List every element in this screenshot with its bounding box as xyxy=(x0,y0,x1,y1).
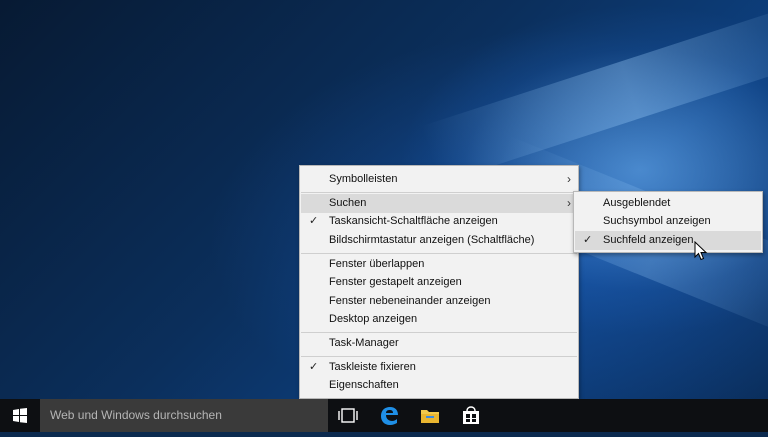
search-input[interactable]: Web und Windows durchsuchen xyxy=(40,399,328,432)
menu-separator xyxy=(301,356,577,357)
checkmark-icon: ✓ xyxy=(309,215,319,227)
wallpaper-light-beam xyxy=(421,0,768,184)
submenu-item-suchsymbol[interactable]: Suchsymbol anzeigen xyxy=(575,212,761,231)
menu-item-label: Taskansicht-Schaltfläche anzeigen xyxy=(329,215,498,227)
taskbar-context-menu: Symbolleisten › Suchen › ✓ Taskansicht-S… xyxy=(299,165,579,399)
menu-item-label: Eigenschaften xyxy=(329,379,399,391)
task-view-icon[interactable] xyxy=(328,399,368,432)
menu-item-desktop-anzeigen[interactable]: Desktop anzeigen xyxy=(301,310,577,329)
submenu-arrow-icon: › xyxy=(567,172,571,186)
submenu-item-suchfeld[interactable]: ✓ Suchfeld anzeigen xyxy=(575,231,761,250)
edge-icon[interactable] xyxy=(369,399,409,432)
menu-item-taskleiste-fixieren[interactable]: ✓ Taskleiste fixieren xyxy=(301,358,577,377)
file-explorer-icon[interactable] xyxy=(410,399,450,432)
menu-item-fenster-ueberlappen[interactable]: Fenster überlappen xyxy=(301,255,577,274)
menu-item-label: Fenster nebeneinander anzeigen xyxy=(329,295,491,307)
taskbar: Web und Windows durchsuchen xyxy=(0,399,768,432)
checkmark-icon: ✓ xyxy=(309,361,319,373)
menu-item-bildschirmtastatur[interactable]: Bildschirmtastatur anzeigen (Schaltfläch… xyxy=(301,231,577,250)
checkmark-icon: ✓ xyxy=(583,234,593,246)
submenu-item-ausgeblendet[interactable]: Ausgeblendet xyxy=(575,194,761,213)
menu-item-label: Taskleiste fixieren xyxy=(329,361,416,373)
menu-item-label: Desktop anzeigen xyxy=(329,313,418,325)
store-icon[interactable] xyxy=(451,399,491,432)
menu-item-fenster-gestapelt[interactable]: Fenster gestapelt anzeigen xyxy=(301,273,577,292)
menu-separator xyxy=(301,192,577,193)
menu-item-task-manager[interactable]: Task-Manager xyxy=(301,334,577,353)
menu-item-label: Fenster überlappen xyxy=(329,258,425,270)
menu-item-fenster-nebeneinander[interactable]: Fenster nebeneinander anzeigen xyxy=(301,292,577,311)
menu-item-label: Suchen xyxy=(329,197,367,209)
windows-start-icon[interactable] xyxy=(0,399,40,432)
menu-item-eigenschaften[interactable]: Eigenschaften xyxy=(301,376,577,395)
menu-item-suchen[interactable]: Suchen › xyxy=(301,194,577,213)
menu-item-taskansicht[interactable]: ✓ Taskansicht-Schaltfläche anzeigen xyxy=(301,212,577,231)
menu-item-label: Task-Manager xyxy=(329,337,399,349)
menu-item-symbolleisten[interactable]: Symbolleisten › xyxy=(301,170,577,189)
menu-item-label: Suchsymbol anzeigen xyxy=(603,215,711,227)
menu-item-label: Bildschirmtastatur anzeigen (Schaltfläch… xyxy=(329,234,535,246)
menu-item-label: Symbolleisten xyxy=(329,173,398,185)
mouse-cursor-icon xyxy=(694,240,708,261)
menu-separator xyxy=(301,253,577,254)
menu-item-label: Ausgeblendet xyxy=(603,197,671,209)
menu-item-label: Suchfeld anzeigen xyxy=(603,234,694,246)
search-submenu: Ausgeblendet Suchsymbol anzeigen ✓ Suchf… xyxy=(573,191,763,253)
menu-separator xyxy=(301,332,577,333)
submenu-arrow-icon: › xyxy=(567,196,571,210)
menu-item-label: Fenster gestapelt anzeigen xyxy=(329,276,462,288)
